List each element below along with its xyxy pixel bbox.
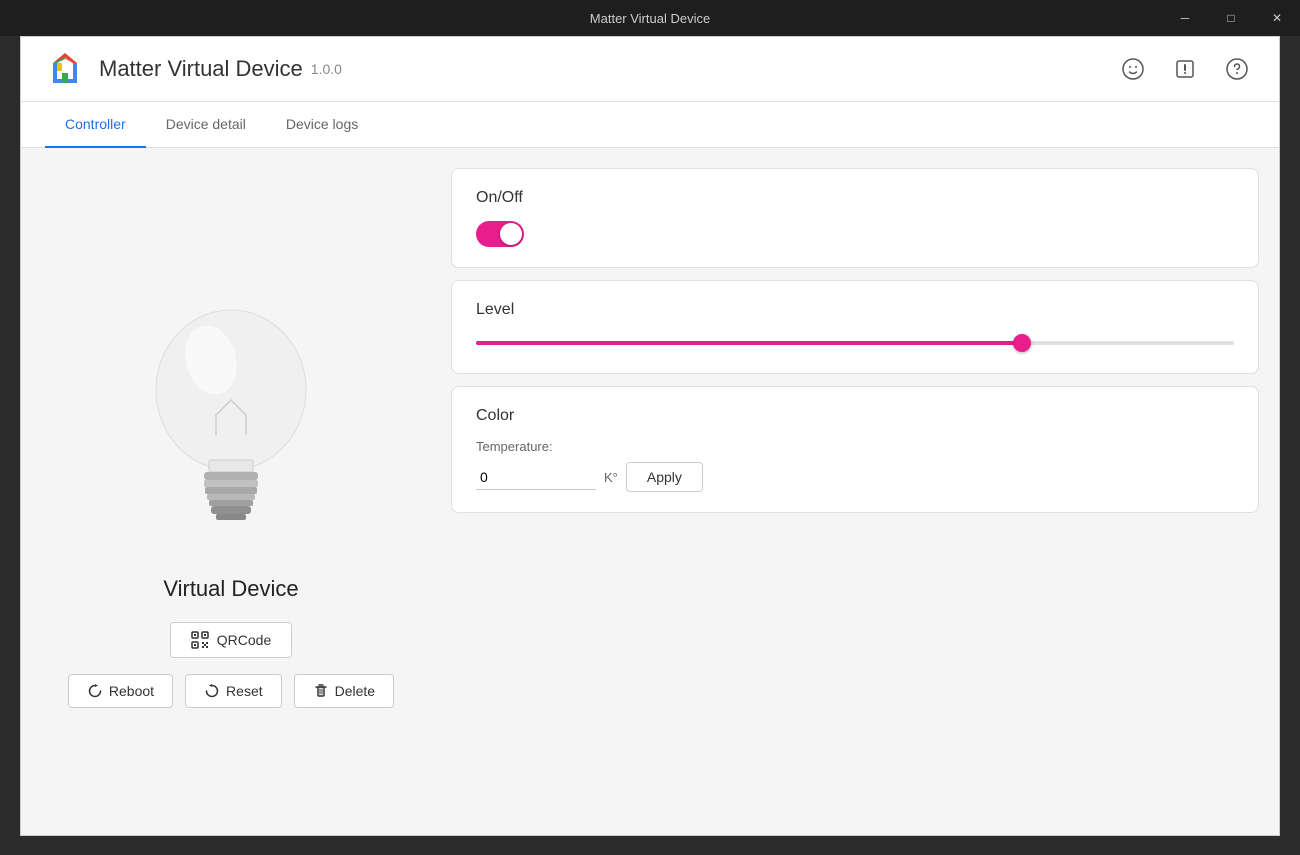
device-name: Virtual Device	[163, 576, 298, 602]
reset-label: Reset	[226, 683, 263, 699]
reboot-label: Reboot	[109, 683, 154, 699]
bulb-image	[121, 275, 341, 560]
right-panel: On/Off Level Color	[441, 148, 1279, 835]
restore-button[interactable]: □	[1208, 0, 1254, 36]
titlebar-controls: ─ □ ✕	[1162, 0, 1300, 36]
qrcode-label: QRCode	[217, 632, 271, 648]
temperature-row: K° Apply	[476, 462, 1234, 492]
apply-button[interactable]: Apply	[626, 462, 703, 492]
tab-device-detail[interactable]: Device detail	[146, 102, 266, 148]
level-card: Level	[451, 280, 1259, 374]
level-slider-track[interactable]	[476, 341, 1234, 345]
reset-icon	[204, 683, 220, 699]
onoff-card: On/Off	[451, 168, 1259, 268]
notification-icon[interactable]	[1167, 51, 1203, 87]
qrcode-button[interactable]: QRCode	[170, 622, 292, 658]
app-header: Matter Virtual Device 1.0.0	[21, 37, 1279, 102]
delete-button[interactable]: Delete	[294, 674, 394, 708]
left-panel: Virtual Device QRCode	[21, 148, 441, 835]
temperature-unit: K°	[604, 470, 618, 485]
reboot-icon	[87, 683, 103, 699]
delete-icon	[313, 683, 329, 699]
app-window: Matter Virtual Device 1.0.0	[20, 36, 1280, 836]
help-icon[interactable]	[1219, 51, 1255, 87]
level-slider-fill	[476, 341, 1022, 345]
onoff-title: On/Off	[476, 189, 1234, 207]
feedback-icon[interactable]	[1115, 51, 1151, 87]
action-buttons: Reboot Reset	[68, 674, 394, 708]
color-title: Color	[476, 407, 1234, 425]
main-content: Virtual Device QRCode	[21, 148, 1279, 835]
tab-controller[interactable]: Controller	[45, 102, 146, 148]
reset-button[interactable]: Reset	[185, 674, 282, 708]
temperature-label: Temperature:	[476, 439, 1234, 454]
level-title: Level	[476, 301, 1234, 319]
titlebar: Matter Virtual Device ─ □ ✕	[0, 0, 1300, 36]
app-version: 1.0.0	[311, 61, 342, 77]
app-title: Matter Virtual Device	[99, 56, 303, 82]
level-slider-thumb[interactable]	[1013, 334, 1031, 352]
tabs: Controller Device detail Device logs	[21, 102, 1279, 148]
toggle-thumb	[500, 223, 522, 245]
tab-device-logs[interactable]: Device logs	[266, 102, 378, 148]
temperature-input[interactable]	[476, 465, 596, 490]
delete-label: Delete	[335, 683, 375, 699]
level-slider-container	[476, 333, 1234, 353]
toggle-track	[476, 221, 524, 247]
color-card: Color Temperature: K° Apply	[451, 386, 1259, 513]
minimize-button[interactable]: ─	[1162, 0, 1208, 36]
titlebar-title: Matter Virtual Device	[590, 11, 710, 26]
qrcode-icon	[191, 631, 209, 649]
app-logo	[45, 49, 85, 89]
onoff-toggle[interactable]	[476, 221, 524, 247]
header-icons	[1115, 51, 1255, 87]
reboot-button[interactable]: Reboot	[68, 674, 173, 708]
close-button[interactable]: ✕	[1254, 0, 1300, 36]
